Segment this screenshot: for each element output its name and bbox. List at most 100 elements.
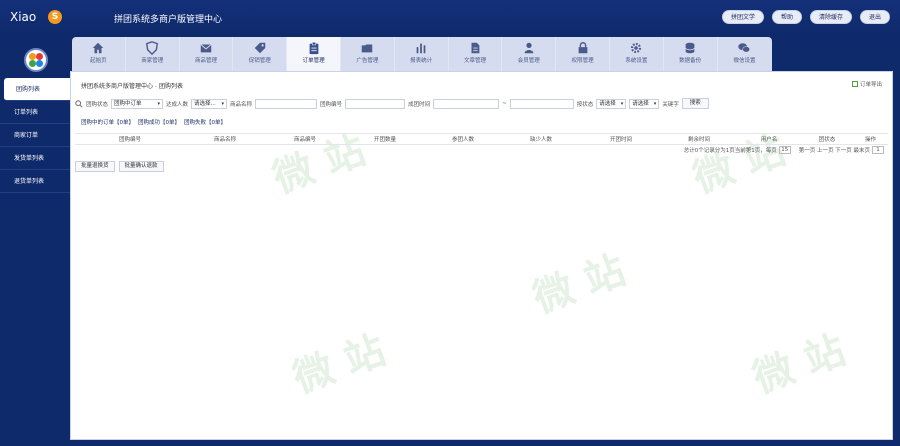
- per-page-input[interactable]: 15: [778, 146, 791, 154]
- breadcrumb-root[interactable]: 拼团系统多商户版管理中心: [81, 83, 153, 90]
- page-select[interactable]: 1: [872, 146, 884, 154]
- tab-members[interactable]: 会员管理: [502, 37, 557, 71]
- tab-orders[interactable]: 订单管理: [287, 37, 341, 71]
- bulk-actions: 批量退换货 批量确认退款: [75, 161, 164, 172]
- tag-icon: [254, 42, 266, 54]
- top-action-logout[interactable]: 退出: [859, 10, 890, 24]
- avatar-dot: [36, 53, 43, 60]
- tab-wechat[interactable]: 微信设置: [718, 37, 772, 71]
- lock-icon: [578, 42, 587, 54]
- status-link-in-progress[interactable]: 团购中的订单【0单】: [81, 118, 134, 126]
- tab-ads[interactable]: 广告管理: [341, 37, 395, 71]
- top-action-clear-cache[interactable]: 清除缓存: [809, 10, 852, 24]
- status-link-success[interactable]: 团购成功【0单】: [138, 118, 180, 126]
- group-status-select[interactable]: 团购中订单: [111, 98, 164, 109]
- time-to-input[interactable]: [509, 98, 574, 109]
- wechat-icon: [738, 43, 751, 53]
- tab-merchants[interactable]: 商家管理: [126, 37, 180, 71]
- group-id-input[interactable]: [345, 98, 406, 109]
- sidebar-item-merchant-orders[interactable]: 商家订单: [0, 124, 70, 147]
- tab-settings[interactable]: 系统设置: [610, 37, 664, 71]
- pay-status-select[interactable]: 请选择: [596, 98, 627, 109]
- tab-goods[interactable]: 商品管理: [180, 37, 234, 71]
- tab-home[interactable]: 起始页: [72, 37, 126, 71]
- document-icon: [471, 42, 480, 54]
- breadcrumb: 拼团系统多商户版管理中心 - 团购列表: [81, 81, 183, 90]
- sidebar-item-return-list[interactable]: 退货单列表: [0, 170, 70, 193]
- sidebar-item-delivery-list[interactable]: 发货单列表: [0, 147, 70, 170]
- tab-label: 会员管理: [517, 58, 540, 64]
- column-header[interactable]: 开团时间: [581, 135, 661, 143]
- shield-icon: [146, 41, 159, 55]
- sidebar-item-group-list[interactable]: 团购列表: [4, 78, 70, 101]
- column-header[interactable]: 剩余时间: [661, 135, 737, 143]
- export-icon: [851, 81, 858, 87]
- search-button[interactable]: 搜索: [681, 98, 709, 109]
- gear-icon: [631, 42, 642, 54]
- column-header[interactable]: 商品编号: [265, 135, 345, 143]
- goods-name-input[interactable]: [255, 98, 318, 109]
- tab-permissions[interactable]: 权限管理: [556, 37, 610, 71]
- module-tabs: 起始页 商家管理 商品管理 促销管理 订单管理 广告管理 报表统计 文章管理 会…: [72, 37, 772, 71]
- bulk-refund-button[interactable]: 批量确认退款: [118, 161, 164, 172]
- tab-promotions[interactable]: 促销管理: [233, 37, 288, 71]
- tab-label: 数据备份: [679, 58, 702, 64]
- tab-label: 商家管理: [141, 58, 164, 64]
- group-table: 团购编号 商品名称 商品编号 开团数量 参团人数 缺少人数 开团时间 剩余时间 …: [75, 133, 888, 145]
- tab-label: 起始页: [90, 58, 107, 64]
- tab-label: 广告管理: [356, 58, 379, 64]
- bulk-return-button[interactable]: 批量退换货: [75, 161, 115, 172]
- folder-icon: [362, 44, 373, 53]
- mail-icon: [200, 44, 212, 53]
- side-menu: 团购列表 订单列表 商家订单 发货单列表 退货单列表: [0, 78, 70, 193]
- search-icon: [75, 99, 83, 108]
- column-header[interactable]: 缺少人数: [501, 135, 581, 143]
- status-link-failed[interactable]: 团购失败【0单】: [184, 118, 226, 126]
- group-status-label: 团购状态: [86, 101, 109, 108]
- tab-reports[interactable]: 报表统计: [395, 37, 449, 71]
- table-header: 团购编号 商品名称 商品编号 开团数量 参团人数 缺少人数 开团时间 剩余时间 …: [75, 133, 888, 145]
- home-icon: [93, 42, 104, 54]
- column-header[interactable]: 参团人数: [425, 135, 501, 143]
- column-header[interactable]: 团状态: [801, 135, 853, 143]
- tab-label: 商品管理: [194, 58, 217, 64]
- export-orders-button[interactable]: 订单导出: [851, 80, 882, 88]
- avatar[interactable]: [24, 48, 48, 72]
- tab-label: 文章管理: [463, 58, 486, 64]
- column-header[interactable]: 开团数量: [345, 135, 425, 143]
- column-header: 操作: [864, 137, 876, 143]
- breadcrumb-current: 团购列表: [159, 83, 184, 90]
- keyword-label: 关键字: [662, 101, 679, 108]
- pagination-nav[interactable]: 第一页 上一页 下一页 最末页: [799, 146, 870, 154]
- sidebar: 团购列表 订单列表 商家订单 发货单列表 退货单列表: [0, 36, 70, 446]
- watermark: 微 站: [286, 326, 392, 403]
- status-links: 团购中的订单【0单】 团购成功【0单】 团购失败【0单】: [81, 118, 226, 126]
- type-select[interactable]: 请选择: [629, 98, 660, 109]
- sidebar-item-order-list[interactable]: 订单列表: [0, 101, 70, 124]
- time-from-input[interactable]: [433, 98, 500, 109]
- tab-backup[interactable]: 数据备份: [664, 37, 718, 71]
- member-count-label: 达成人数: [166, 101, 189, 108]
- tab-articles[interactable]: 文章管理: [449, 37, 503, 71]
- column-header[interactable]: 用户名: [737, 135, 801, 143]
- group-time-label: 成团时间: [408, 101, 431, 108]
- member-count-select[interactable]: 请选择...: [191, 98, 228, 109]
- export-orders-label: 订单导出: [859, 82, 882, 88]
- top-bar: Xiao S 拼团系统多商户版管理中心 拼团文学 帮助 清除缓存 退出: [0, 0, 900, 36]
- top-action-help[interactable]: 帮助: [771, 10, 802, 24]
- tab-label: 报表统计: [410, 58, 433, 64]
- tab-label: 系统设置: [625, 58, 648, 64]
- column-header[interactable]: 商品名称: [185, 135, 265, 143]
- watermark: 微 站: [686, 126, 792, 203]
- tab-label: 权限管理: [571, 58, 594, 64]
- top-actions: 拼团文学 帮助 清除缓存 退出: [721, 10, 890, 24]
- column-header[interactable]: 团购编号: [75, 135, 185, 143]
- logo-badge: S: [48, 10, 62, 24]
- watermark: 微 站: [526, 246, 632, 323]
- tab-label: 订单管理: [302, 58, 325, 64]
- app-title: 拼团系统多商户版管理中心: [114, 15, 223, 25]
- pagination-summary: 总计0个记录分为1页当前第1页，每页: [683, 148, 777, 154]
- goods-name-label: 商品名称: [230, 101, 253, 108]
- time-separator: ~: [502, 100, 507, 107]
- top-action-help-doc[interactable]: 拼团文学: [721, 10, 764, 24]
